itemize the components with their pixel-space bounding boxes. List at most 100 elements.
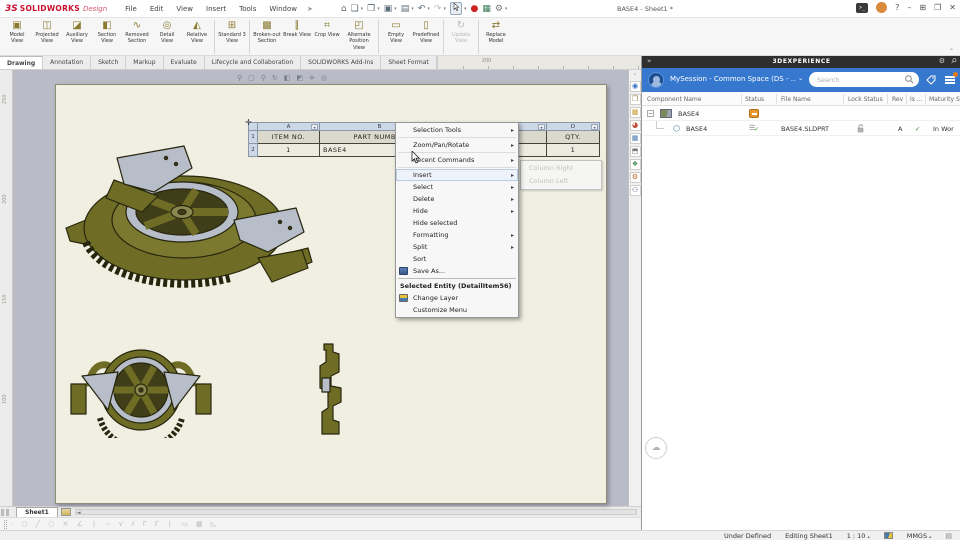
menu-item-save-as[interactable]: Save As... — [396, 265, 518, 277]
col-file-name[interactable]: File Name — [781, 96, 811, 103]
custom-properties-tab-icon[interactable]: ⬒ — [630, 146, 641, 157]
zoom-in-out-icon[interactable]: ⚲ — [261, 74, 266, 82]
home-icon[interactable]: ⌂ — [341, 4, 347, 14]
settings-dropdown-icon[interactable]: ▾ — [505, 6, 508, 12]
component-row-assembly[interactable]: − BASE4 — [642, 106, 960, 121]
redo-dropdown-icon[interactable]: ▾ — [443, 6, 446, 12]
update-view-button[interactable]: ↻Update View — [447, 19, 475, 45]
menu-window[interactable]: Window — [269, 5, 297, 13]
add-sheet-icon[interactable] — [61, 508, 71, 516]
view-palette-tab-icon[interactable]: ◕ — [630, 120, 641, 131]
session-label[interactable]: MySession - Common Space (DS - ... — [670, 75, 796, 83]
submenu-item-column-left[interactable]: Column Left — [521, 175, 601, 188]
new-document-icon[interactable]: ❏ — [351, 4, 359, 14]
user-avatar[interactable] — [876, 2, 887, 13]
settings-gear-icon[interactable]: ⚙ — [495, 4, 503, 14]
forum-tab-icon[interactable]: ❖ — [630, 159, 641, 170]
menu-item-formatting[interactable]: Formatting — [396, 229, 518, 241]
menu-item-insert[interactable]: Insert — [396, 169, 518, 181]
save-icon[interactable]: ▣ — [384, 4, 393, 14]
help-icon[interactable]: ? — [895, 3, 899, 12]
menu-item-change-layer[interactable]: Change Layer — [396, 292, 518, 304]
rotate-view-icon[interactable]: ↻ — [272, 74, 278, 82]
user-tab-icon[interactable]: ⚇ — [630, 185, 641, 196]
sheet-scale[interactable]: 1 : 10▴ — [847, 532, 870, 540]
units-selector[interactable]: MMGS▴ — [907, 532, 932, 540]
print-icon[interactable]: ▤ — [401, 4, 410, 14]
undo-dropdown-icon[interactable]: ▾ — [427, 6, 430, 12]
model-view-button[interactable]: ▣Model View — [3, 19, 31, 45]
restore-icon[interactable]: ❐ — [934, 3, 941, 12]
table-icon[interactable]: ▦ — [482, 4, 491, 14]
menu-item-select[interactable]: Select — [396, 181, 518, 193]
component-row-part[interactable]: ⬡ BASE4 ☰ ✓ BASE4.SLDPRT A ✓ In Wor — [642, 121, 960, 136]
menu-item-selection-tools[interactable]: Selection Tools — [396, 124, 518, 136]
table-move-handle-icon[interactable]: ✛ — [245, 118, 252, 127]
column-d-dropdown-icon[interactable]: ▾ — [591, 124, 598, 130]
break-view-button[interactable]: ∥Break View — [283, 19, 311, 38]
design-library-tab-icon[interactable]: ❒ — [630, 94, 641, 105]
bom-cell-qty[interactable]: QTY. — [547, 131, 600, 144]
section-view-button[interactable]: ◧Section View — [93, 19, 121, 45]
tab-sheet-format[interactable]: Sheet Format — [381, 56, 436, 69]
search-icon[interactable] — [905, 75, 914, 84]
sheet-nav-first-icon[interactable] — [1, 509, 4, 516]
hide-show-items-icon[interactable]: ◩ — [296, 74, 303, 82]
submenu-item-column-right[interactable]: Column Right — [521, 162, 601, 175]
close-icon[interactable]: ✕ — [949, 3, 956, 12]
panel-gear-icon[interactable]: ⚙ — [939, 57, 945, 65]
tab-sketch[interactable]: Sketch — [91, 56, 126, 69]
bom-cell-item-1[interactable]: 1 — [258, 144, 320, 157]
menu-edit[interactable]: Edit — [150, 5, 164, 13]
bom-cell-qty-1[interactable]: 1 — [547, 144, 600, 157]
file-explorer-tab-icon[interactable]: ▩ — [630, 107, 641, 118]
toolbar-collapse-icon[interactable]: ⌃ — [949, 48, 954, 55]
isometric-view-drawing[interactable] — [62, 140, 314, 302]
predefined-view-button[interactable]: ▯Predefined View — [412, 19, 440, 45]
view-orientation-icon[interactable]: ◎ — [321, 74, 327, 82]
col-rev[interactable]: Rev — [892, 96, 903, 103]
undo-icon[interactable]: ↶ — [418, 4, 426, 14]
menu-item-sort[interactable]: Sort — [396, 253, 518, 265]
collapse-expander-icon[interactable]: − — [647, 110, 654, 117]
col-maturity-state[interactable]: Maturity Sta — [929, 96, 960, 103]
menu-item-zoom-pan-rotate[interactable]: Zoom/Pan/Rotate — [396, 139, 518, 151]
session-chevron-down-icon[interactable]: ⌄ — [798, 75, 803, 82]
menu-item-split[interactable]: Split — [396, 241, 518, 253]
toolbar-drag-handle[interactable] — [4, 520, 7, 529]
sheet-properties-icon[interactable] — [884, 532, 893, 539]
tab-lifecycle-and-collaboration[interactable]: Lifecycle and Collaboration — [205, 56, 301, 69]
tab-evaluate[interactable]: Evaluate — [164, 56, 205, 69]
relative-view-button[interactable]: ◭Relative View — [183, 19, 211, 45]
open-dropdown-icon[interactable]: ▾ — [377, 6, 380, 12]
menu-item-hide[interactable]: Hide — [396, 205, 518, 217]
detail-view-button[interactable]: ◎Detail View — [153, 19, 181, 45]
view-settings-icon[interactable]: ✛ — [309, 74, 315, 82]
part-name[interactable]: BASE4 — [686, 125, 707, 133]
col-lock-status[interactable]: Lock Status — [848, 96, 883, 103]
crop-view-button[interactable]: ⌗Crop View — [313, 19, 341, 38]
3dexperience-tab-icon[interactable]: ◉ — [630, 81, 641, 92]
empty-view-button[interactable]: ▭Empty View — [382, 19, 410, 45]
tile-windows-icon[interactable]: ⊞ — [919, 3, 926, 12]
standard-3-view-button[interactable]: ⊞Standard 3 View — [218, 19, 246, 45]
tags-icon[interactable]: ▤ — [945, 532, 952, 540]
redo-icon[interactable]: ↷ — [434, 4, 442, 14]
session-avatar[interactable] — [648, 72, 664, 88]
col-component-name[interactable]: Component Name — [647, 96, 701, 103]
save-dropdown-icon[interactable]: ▾ — [394, 6, 397, 12]
select-dropdown-icon[interactable]: ▾ — [464, 6, 467, 12]
col-status[interactable]: Status — [745, 96, 764, 103]
menu-file[interactable]: File — [125, 5, 137, 13]
assistant-chat-icon[interactable]: ☁ — [645, 437, 667, 459]
open-icon[interactable]: ❐ — [367, 4, 375, 14]
bom-cell-item-no[interactable]: ITEM NO. — [258, 131, 320, 144]
sheet-nav-last-icon[interactable] — [6, 509, 9, 516]
broken-out-section-button[interactable]: ▩Broken-out Section — [253, 19, 281, 45]
tab-annotation[interactable]: Annotation — [43, 56, 91, 69]
minimize-icon[interactable]: – — [907, 3, 911, 12]
traffic-light-icon[interactable]: ● — [470, 4, 478, 14]
menu-item-hide-selected[interactable]: Hide selected — [396, 217, 518, 229]
bom-column-a[interactable]: A▾ — [258, 122, 320, 131]
replace-model-button[interactable]: ⇄Replace Model — [482, 19, 510, 45]
